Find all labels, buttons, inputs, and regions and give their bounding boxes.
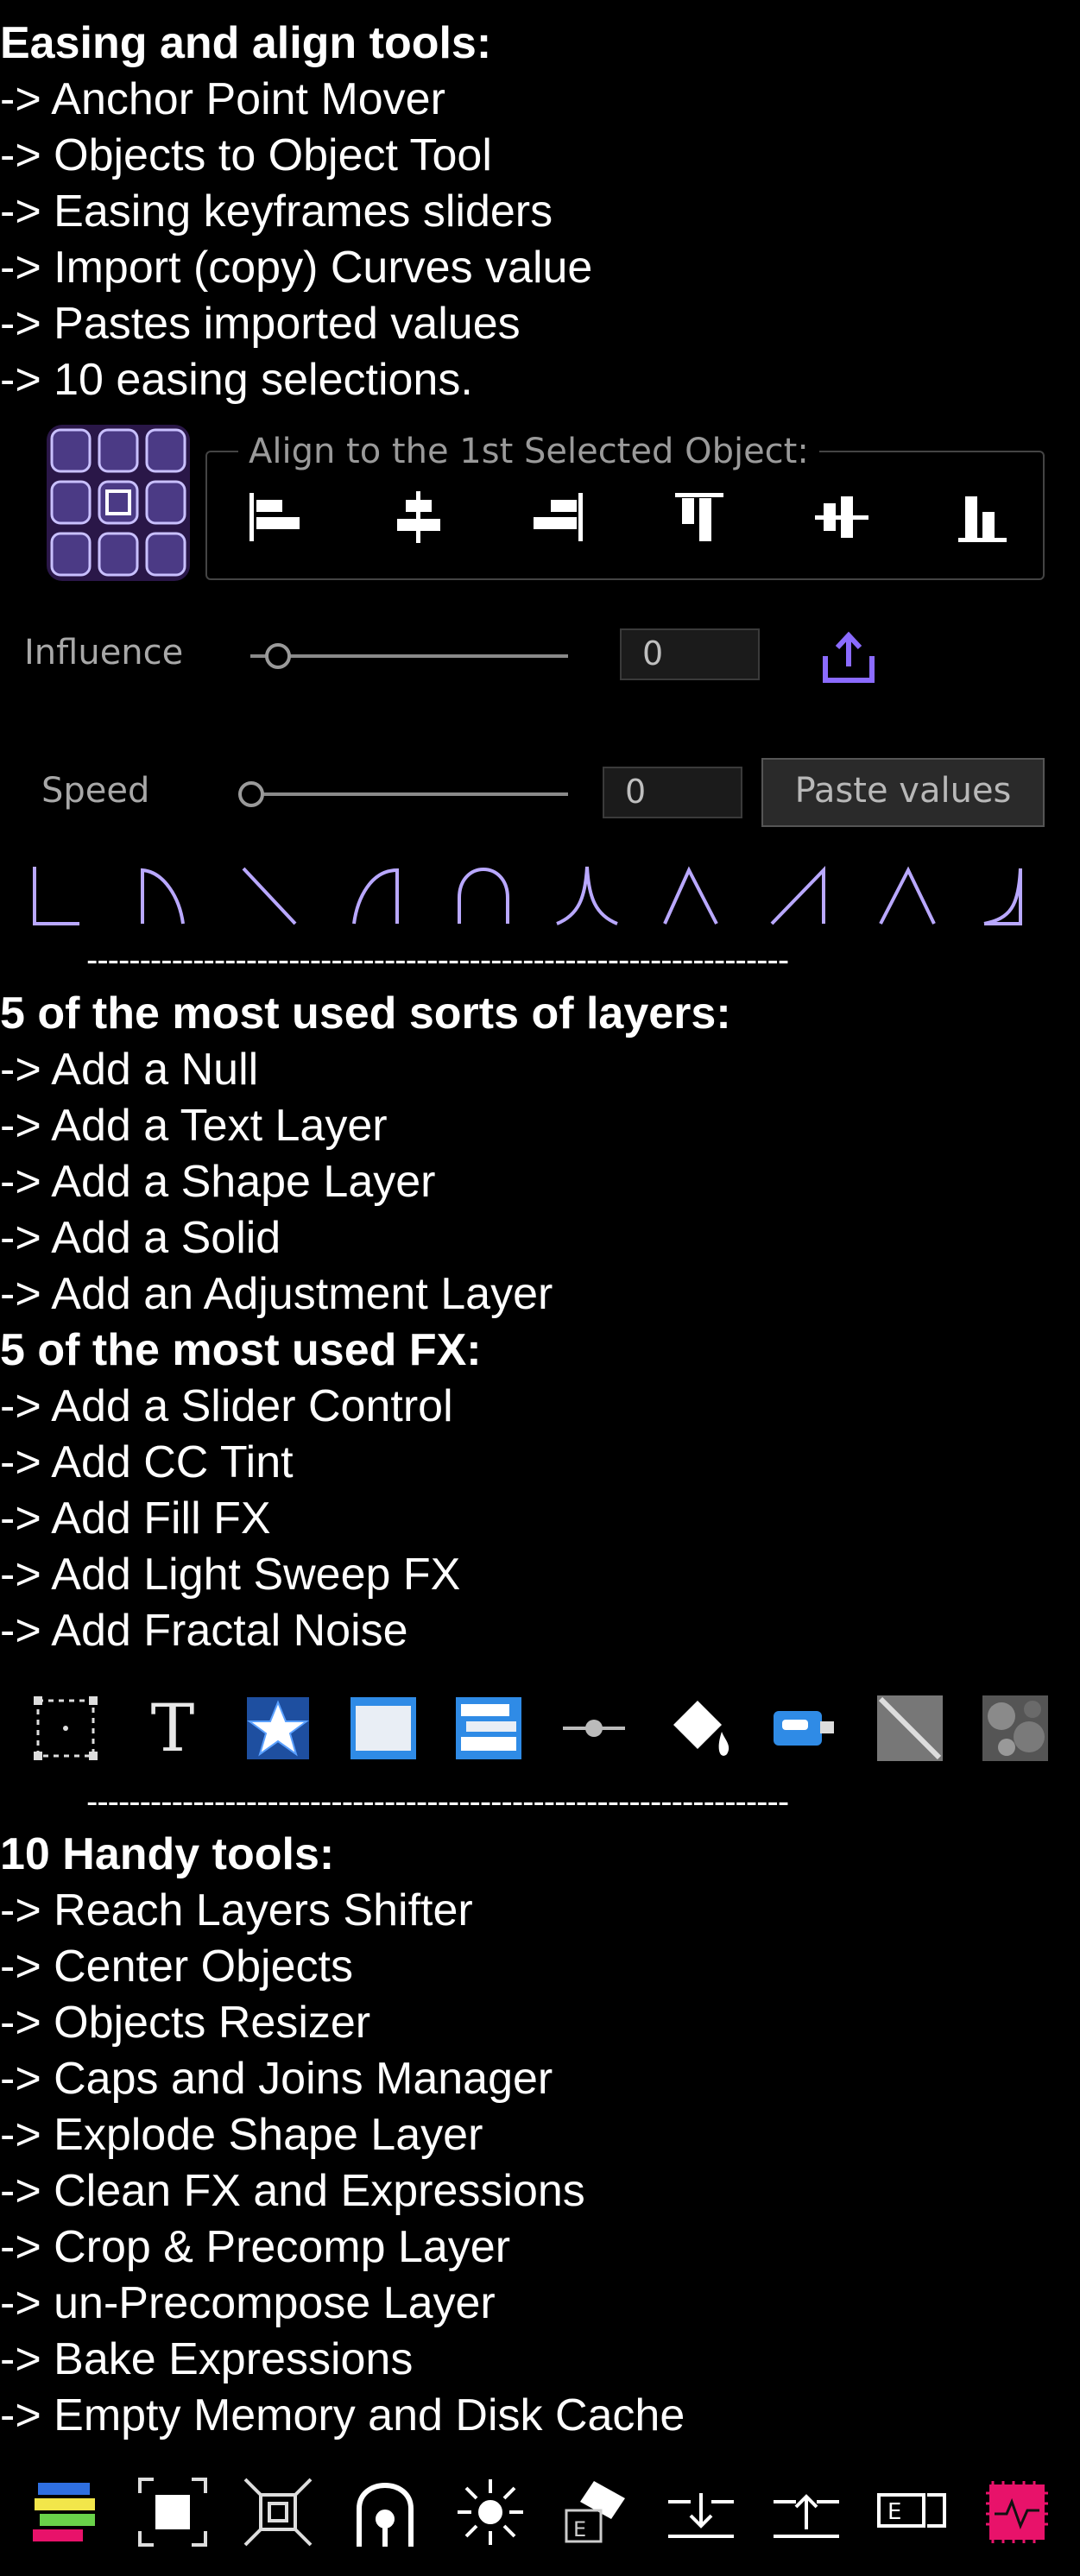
center-objects-icon[interactable] (136, 2476, 209, 2548)
explode-shape-icon[interactable] (454, 2476, 527, 2548)
fractal-noise-icon[interactable] (981, 1694, 1050, 1763)
svg-text:E: E (887, 2499, 901, 2525)
ease-preset-5-icon (458, 868, 509, 924)
caps-joins-icon[interactable] (349, 2476, 421, 2548)
list-item: -> Reach Layers Shifter (0, 1885, 473, 1935)
list-item: -> Explode Shape Layer (0, 2110, 483, 2160)
list-item: -> Add Fractal Noise (0, 1606, 408, 1656)
ease-preset-6-icon (556, 866, 618, 925)
align-group-title: Align to the 1st Selected Object: (238, 430, 819, 473)
list-item: -> Empty Memory and Disk Cache (0, 2390, 685, 2440)
influence-input[interactable]: 0 (620, 628, 760, 680)
ease-preset-8-icon (770, 866, 825, 925)
list-item: -> Add a Solid (0, 1213, 281, 1263)
list-item: -> Add Light Sweep FX (0, 1550, 461, 1600)
list-item: -> Objects to Object Tool (0, 130, 492, 180)
list-item: -> Objects Resizer (0, 1998, 371, 2048)
speed-slider-knob[interactable] (238, 781, 264, 807)
align-v-center-icon[interactable] (812, 488, 872, 548)
align-top-icon[interactable] (670, 488, 730, 548)
influence-slider-knob[interactable] (265, 643, 291, 669)
svg-text:E: E (573, 2517, 586, 2541)
tools-heading: 10 Handy tools: (0, 1829, 335, 1879)
list-item: -> Easing keyframes sliders (0, 186, 553, 237)
list-item: -> Add Fill FX (0, 1493, 271, 1544)
export-icon[interactable] (818, 630, 879, 687)
align-bottom-icon[interactable] (953, 488, 1014, 548)
align-h-center-icon[interactable] (388, 488, 449, 548)
ease-preset-7-icon (663, 866, 718, 925)
separator: ----------------------------------------… (86, 941, 789, 979)
speed-label: Speed (41, 771, 150, 811)
influence-slider-track[interactable] (250, 654, 568, 658)
solid-layer-icon[interactable] (349, 1694, 418, 1763)
crop-precomp-icon[interactable] (665, 2476, 737, 2548)
list-item: -> Add CC Tint (0, 1437, 294, 1487)
shape-layer-icon[interactable] (243, 1694, 313, 1763)
layers-heading: 5 of the most used sorts of layers: (0, 988, 731, 1039)
ease-preset-4-icon (352, 868, 399, 925)
ease-preset-3-icon (242, 867, 297, 925)
separator: ----------------------------------------… (86, 1783, 789, 1821)
easing-heading: Easing and align tools: (0, 18, 492, 68)
list-item: -> Pastes imported values (0, 299, 521, 349)
list-item: -> Add a Shape Layer (0, 1157, 436, 1207)
ease-preset-2-icon (141, 868, 185, 925)
layers-shifter-icon[interactable] (31, 2476, 104, 2548)
paste-values-button[interactable]: Paste values (761, 758, 1045, 827)
list-item: -> Add a Slider Control (0, 1381, 453, 1431)
anchor-point-grid[interactable] (45, 423, 192, 583)
list-item: -> Bake Expressions (0, 2334, 414, 2384)
list-item: -> Caps and Joins Manager (0, 2054, 553, 2104)
speed-input[interactable]: 0 (603, 767, 742, 818)
list-item: -> Add a Text Layer (0, 1101, 388, 1151)
slider-control-icon[interactable] (559, 1694, 628, 1763)
text-layer-icon[interactable]: T (138, 1694, 207, 1763)
list-item: -> un-Precompose Layer (0, 2278, 496, 2328)
adjustment-layer-icon[interactable] (454, 1694, 523, 1763)
ease-preset-10-icon (983, 868, 1022, 925)
ease-preset-1-icon (33, 867, 79, 925)
clean-fx-icon[interactable]: E (559, 2476, 632, 2548)
fx-heading: 5 of the most used FX: (0, 1325, 482, 1375)
light-sweep-icon[interactable] (875, 1694, 944, 1763)
list-item: -> Crop & Precomp Layer (0, 2222, 511, 2272)
fill-bucket-icon[interactable] (665, 1694, 734, 1763)
influence-label: Influence (24, 633, 184, 672)
bake-expressions-icon[interactable]: E (875, 2476, 948, 2548)
objects-resizer-icon[interactable] (242, 2476, 314, 2548)
align-right-icon[interactable] (528, 488, 589, 548)
list-item: -> Clean FX and Expressions (0, 2166, 585, 2216)
un-precompose-icon[interactable] (770, 2476, 843, 2548)
ease-preset-9-icon (879, 866, 936, 925)
list-item: -> Center Objects (0, 1941, 353, 1992)
list-item: -> Add an Adjustment Layer (0, 1269, 553, 1319)
align-left-icon[interactable] (246, 488, 306, 548)
memory-cache-icon[interactable] (981, 2476, 1053, 2548)
easing-presets-row (26, 863, 1053, 929)
cc-tint-icon[interactable] (770, 1694, 839, 1763)
null-layer-icon[interactable] (31, 1694, 100, 1763)
speed-slider-track[interactable] (250, 792, 568, 796)
list-item: -> Import (copy) Curves value (0, 243, 593, 293)
list-item: -> Add a Null (0, 1045, 259, 1095)
list-item: -> Anchor Point Mover (0, 74, 445, 124)
list-item: -> 10 easing selections. (0, 355, 473, 405)
